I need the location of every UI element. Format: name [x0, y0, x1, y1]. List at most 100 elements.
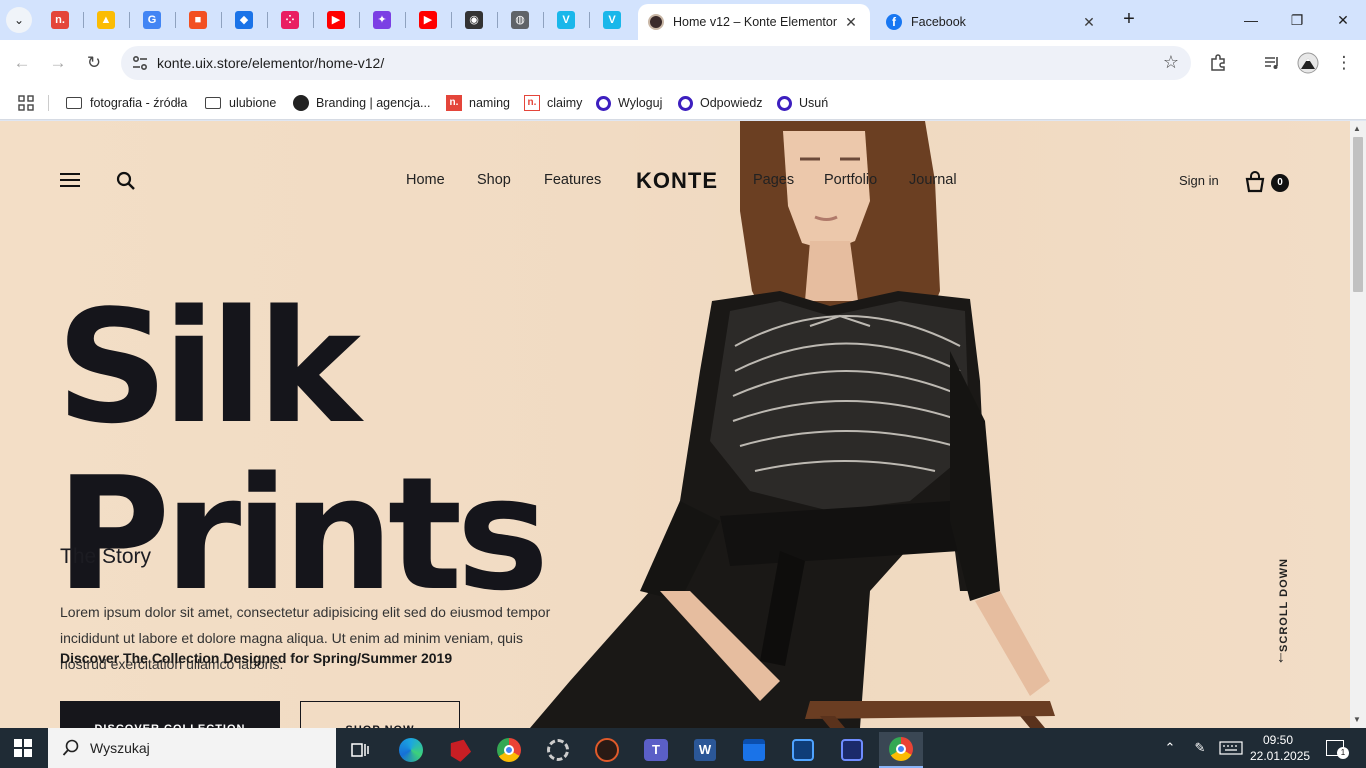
- close-tab-icon[interactable]: ✕: [842, 14, 860, 31]
- minimize-button[interactable]: —: [1228, 0, 1274, 40]
- hero-title-line1: Silk: [56, 276, 361, 458]
- pen-tray-button[interactable]: ✎: [1188, 728, 1212, 768]
- taskbar-app-blue[interactable]: [781, 732, 825, 768]
- pinned-tab-microsoft[interactable]: ■: [186, 8, 210, 32]
- tab-konte[interactable]: Home v12 – Konte Elementor ✕: [638, 4, 870, 40]
- tab-separator: [83, 12, 84, 28]
- pinned-tab-youtube-2[interactable]: ▶: [416, 8, 440, 32]
- menu-button[interactable]: ⋮: [1332, 51, 1356, 75]
- bookmark-link[interactable]: n. claimy: [524, 92, 582, 114]
- page-scrollbar[interactable]: ▲ ▼: [1350, 121, 1366, 728]
- bookmark-link[interactable]: Usuń: [777, 92, 828, 114]
- nav-home[interactable]: Home: [406, 172, 445, 188]
- pinned-tab-vimeo-2[interactable]: V: [600, 8, 624, 32]
- scroll-down-icon[interactable]: ▼: [1353, 715, 1361, 724]
- close-window-button[interactable]: ✕: [1320, 0, 1366, 40]
- taskbar-teams[interactable]: T: [634, 732, 678, 768]
- pinned-tab-apps-grid[interactable]: ⁘: [278, 8, 302, 32]
- bookmark-link[interactable]: n. naming: [446, 92, 510, 114]
- reload-button[interactable]: ↻: [82, 51, 106, 75]
- bookmark-link[interactable]: Wyloguj: [596, 92, 662, 114]
- pinned-tab-youtube[interactable]: ▶: [324, 8, 348, 32]
- tab-separator: [589, 12, 590, 28]
- sign-in-link[interactable]: Sign in: [1179, 173, 1219, 188]
- n-brand-outline-icon: n.: [524, 95, 540, 111]
- start-button[interactable]: [14, 739, 32, 757]
- discover-collection-button[interactable]: DISCOVER COLLECTION: [60, 701, 280, 728]
- gear-icon: [547, 739, 569, 761]
- forward-button[interactable]: →: [46, 51, 70, 75]
- taskbar-edge[interactable]: [389, 732, 433, 768]
- bookmarks-bar: fotografia - źródła ulubione Branding | …: [0, 86, 1366, 120]
- bookmark-link[interactable]: Branding | agencja...: [293, 92, 430, 114]
- konte-favicon-icon: [648, 14, 664, 30]
- pinned-tab-gemini[interactable]: ✦: [370, 8, 394, 32]
- nav-pages[interactable]: Pages: [753, 172, 794, 188]
- taskbar-word[interactable]: W: [683, 732, 727, 768]
- arrow-left-icon: ←: [13, 53, 31, 72]
- tab-facebook[interactable]: f Facebook ✕: [876, 4, 1108, 40]
- close-tab-icon[interactable]: ✕: [1080, 14, 1098, 31]
- taskbar-app-blue-2[interactable]: [830, 732, 874, 768]
- chrome-icon: [497, 738, 521, 762]
- bookmark-label: Wyloguj: [618, 96, 663, 110]
- nav-portfolio[interactable]: Portfolio: [824, 172, 877, 188]
- pinned-tab-google[interactable]: G: [140, 8, 164, 32]
- pen-icon: ✎: [1194, 740, 1206, 755]
- playlist-icon: [1265, 57, 1278, 69]
- collection-tagline: Discover The Collection Designed for Spr…: [60, 650, 453, 666]
- pinned-tab-google-ads[interactable]: ▲: [94, 8, 118, 32]
- taskbar-chrome[interactable]: [487, 732, 531, 768]
- shop-now-button[interactable]: SHOP NOW: [300, 701, 460, 728]
- pinned-tab-circle-app[interactable]: ◉: [462, 8, 486, 32]
- tab-strip: ⌄ n. ▲ G ■ ◆ ⁘ ▶ ✦ ▶ ◉ ◍ V V Home v12 – Konte Elemen…: [0, 0, 1366, 40]
- apps-button[interactable]: [18, 92, 41, 114]
- branding-site-icon: [293, 95, 309, 111]
- system-clock[interactable]: 09:50 22.01.2025: [1250, 732, 1310, 764]
- nav-shop[interactable]: Shop: [477, 172, 511, 188]
- tab-separator: [267, 12, 268, 28]
- notifications-button[interactable]: 1: [1320, 728, 1350, 768]
- site-logo[interactable]: KONTE: [636, 168, 718, 194]
- bookmarks-divider: [48, 95, 49, 111]
- globe-icon: ◍: [511, 11, 529, 29]
- profile-button[interactable]: [1296, 51, 1320, 75]
- taskbar-app-red[interactable]: [438, 732, 482, 768]
- taskbar-chrome-active[interactable]: [879, 732, 923, 768]
- bookmark-folder[interactable]: ulubione: [205, 92, 276, 114]
- taskbar-app-dark[interactable]: [585, 732, 629, 768]
- taskbar-search[interactable]: Wyszukaj: [48, 728, 336, 768]
- task-view-button[interactable]: [338, 732, 382, 768]
- scroll-down-indicator[interactable]: SCROLL DOWN ↓: [1276, 558, 1292, 667]
- notification-count: 1: [1337, 747, 1349, 759]
- nav-journal[interactable]: Journal: [909, 172, 957, 188]
- bookmark-star-icon[interactable]: ☆: [1163, 52, 1179, 73]
- scroll-up-icon[interactable]: ▲: [1353, 124, 1361, 133]
- tab-search-button[interactable]: ⌄: [6, 7, 32, 33]
- keyboard-tray-button[interactable]: [1218, 728, 1244, 768]
- taskbar-settings-app[interactable]: [536, 732, 580, 768]
- shopping-bag-icon[interactable]: [1244, 171, 1266, 193]
- bookmark-link[interactable]: Odpowiedz: [678, 92, 763, 114]
- pinned-tab-vimeo[interactable]: V: [554, 8, 578, 32]
- shield-app-icon: ◆: [235, 11, 253, 29]
- nav-features[interactable]: Features: [544, 172, 601, 188]
- taskbar-calendar[interactable]: [732, 732, 776, 768]
- pinned-tab-globe[interactable]: ◍: [508, 8, 532, 32]
- pinned-tab-n-app[interactable]: n.: [48, 8, 72, 32]
- pinned-tab-shield-app[interactable]: ◆: [232, 8, 256, 32]
- new-tab-button[interactable]: +: [1117, 8, 1141, 32]
- bookmark-label: fotografia - źródła: [90, 96, 188, 110]
- extensions-button[interactable]: [1206, 51, 1230, 75]
- search-icon[interactable]: [116, 171, 136, 191]
- bookmark-folder[interactable]: fotografia - źródła: [66, 92, 187, 114]
- site-settings-icon[interactable]: [131, 54, 149, 72]
- tray-overflow-button[interactable]: ⌃: [1160, 728, 1180, 768]
- menu-hamburger-icon[interactable]: [60, 173, 80, 187]
- scrollbar-thumb[interactable]: [1353, 137, 1363, 292]
- media-control-button[interactable]: [1260, 51, 1284, 75]
- maximize-button[interactable]: ❐: [1274, 0, 1320, 40]
- back-button[interactable]: ←: [10, 51, 34, 75]
- tab-separator: [359, 12, 360, 28]
- address-bar[interactable]: konte.uix.store/elementor/home-v12/ ☆: [121, 46, 1191, 80]
